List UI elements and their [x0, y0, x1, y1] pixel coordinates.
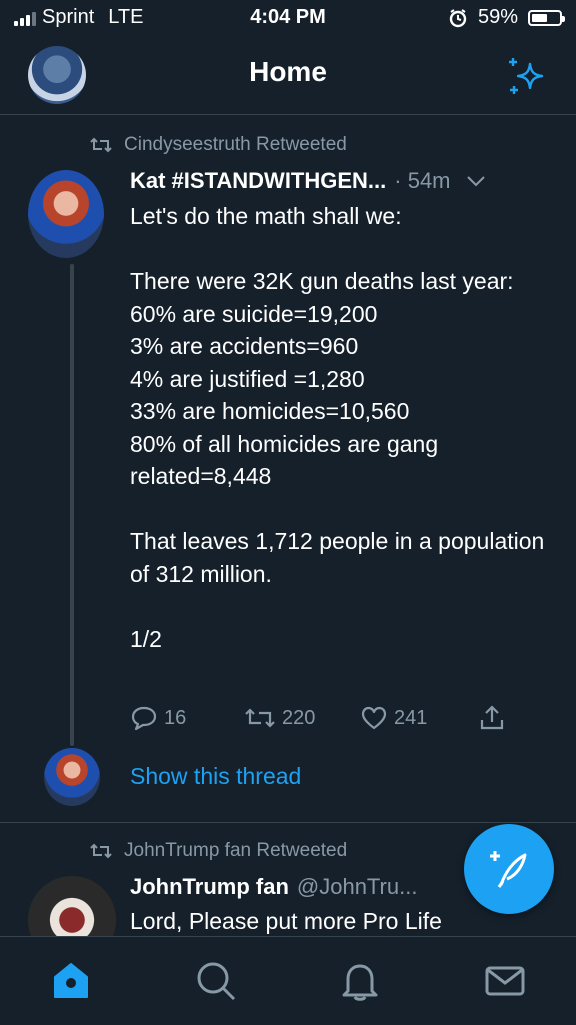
mail-icon[interactable] [484, 959, 526, 1003]
home-icon[interactable] [50, 959, 92, 1003]
reply-icon [131, 706, 157, 731]
compose-tweet-button[interactable] [464, 824, 554, 914]
retweet-indicator: JohnTrump fan Retweeted [90, 840, 347, 862]
retweet-count: 220 [282, 706, 316, 729]
reply-button[interactable]: 16 [130, 705, 244, 731]
heart-icon [361, 706, 387, 730]
reply-count: 16 [164, 706, 187, 729]
retweeted-by-text: Cindyseestruth Retweeted [124, 134, 347, 155]
tweet-avatar[interactable] [28, 170, 104, 258]
tweet-line: That leaves 1,712 people in a population… [130, 528, 545, 587]
tweet-line: 80% of all homicides are gang related=8,… [130, 430, 439, 490]
thread-line [70, 264, 74, 746]
author-name[interactable]: JohnTrump fan [130, 874, 289, 900]
retweet-indicator: Cindyseestruth Retweeted [90, 134, 347, 156]
author-name[interactable]: Kat #ISTANDWITHGEN... [130, 168, 386, 194]
bottom-tab-bar [0, 936, 576, 1025]
page-title: Home [249, 56, 327, 87]
search-icon[interactable] [194, 959, 238, 1003]
tweet-line: 4% are justified =1,280 [130, 365, 365, 392]
tweet-divider [0, 822, 576, 823]
battery-percent: 59% [477, 6, 518, 28]
sparkle-icon[interactable] [504, 54, 548, 98]
status-bar: Sprint LTE 4:04 PM 59% [0, 0, 576, 36]
tweet-line: 60% are suicide=19,200 [130, 300, 378, 327]
tweet-actions: 16 220 241 [130, 704, 506, 732]
battery-icon [528, 9, 565, 26]
tweet-text: Lord, Please put more Pro Life [130, 905, 550, 938]
top-nav: Home [0, 36, 576, 115]
tweet-line: 33% are homicides=10,560 [130, 398, 410, 424]
show-thread-link[interactable]: Show this thread [130, 763, 301, 790]
alarm-icon [449, 8, 467, 27]
tweet-line [130, 590, 550, 623]
retweeted-by-text: JohnTrump fan Retweeted [124, 840, 348, 861]
tweet-line: Let's do the math shall we: [130, 203, 402, 229]
chevron-down-icon[interactable] [465, 174, 487, 188]
retweet-icon [90, 137, 112, 153]
tweet-line: Lord, Please put more Pro Life [130, 908, 442, 934]
compose-feather-icon [490, 851, 527, 888]
retweet-icon [245, 708, 275, 728]
retweet-button[interactable]: 220 [244, 706, 360, 730]
bell-icon[interactable] [338, 959, 382, 1003]
thread-avatar[interactable] [44, 748, 100, 806]
status-right: 59% [448, 6, 565, 29]
author-handle: @JohnTru... [296, 874, 418, 899]
tweet-line [130, 493, 550, 526]
tweet-header: Kat #ISTANDWITHGEN... · 54m [130, 168, 487, 194]
tweet-header: JohnTrump fan @JohnTru... [130, 874, 417, 900]
tweet-line: 3% are accidents=960 [130, 333, 359, 359]
like-button[interactable]: 241 [360, 705, 478, 731]
tweet-line: There were 32K gun deaths last year: [130, 268, 514, 294]
tweet-timestamp: · 54m [394, 168, 451, 193]
tweet-text: Let's do the math shall we: There were 3… [130, 200, 550, 655]
tweet-line [130, 233, 550, 266]
like-count: 241 [394, 706, 428, 729]
share-icon [480, 705, 504, 730]
share-button[interactable] [478, 704, 506, 732]
retweet-icon [90, 843, 112, 859]
tweet-line: 1/2 [130, 625, 162, 652]
